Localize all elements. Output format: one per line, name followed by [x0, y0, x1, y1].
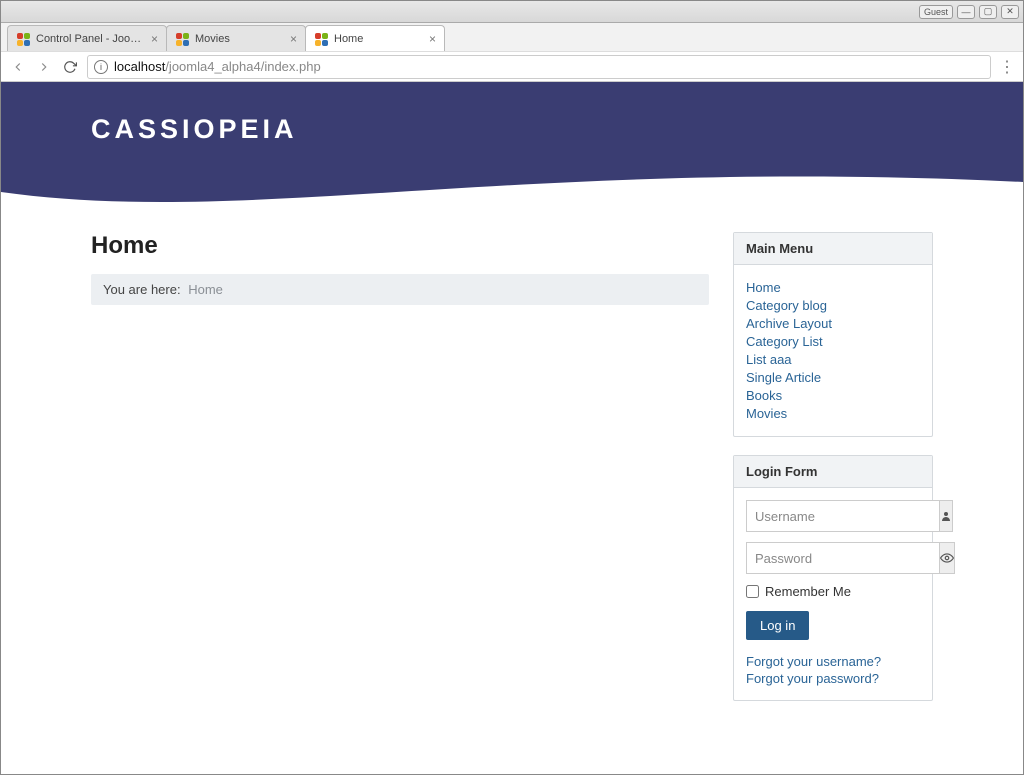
tab-title: Movies [195, 33, 284, 45]
menu-link-category-blog[interactable]: Category blog [746, 298, 827, 313]
os-close-button[interactable]: ✕ [1001, 5, 1019, 19]
address-bar[interactable]: i localhost/joomla4_alpha4/index.php [87, 55, 991, 79]
menu-link-category-list[interactable]: Category List [746, 334, 823, 349]
username-addon [939, 500, 953, 532]
joomla-icon [16, 32, 30, 46]
browser-tab[interactable]: Movies × [166, 25, 306, 51]
site-header: CASSIOPEIA [1, 82, 1023, 212]
breadcrumb-current: Home [188, 282, 223, 297]
login-help-links: Forgot your username? Forgot your passwo… [746, 654, 920, 686]
joomla-icon [175, 32, 189, 46]
menu-item: Home [746, 280, 920, 295]
password-input[interactable] [746, 542, 939, 574]
reload-icon [63, 60, 77, 74]
browser-toolbar: i localhost/joomla4_alpha4/index.php ⋮ [1, 51, 1023, 81]
arrow-left-icon [11, 60, 25, 74]
main-menu-module: Main Menu Home Category blog Archive Lay… [733, 232, 933, 437]
remember-me-label: Remember Me [765, 584, 851, 599]
show-password-addon[interactable] [939, 542, 955, 574]
breadcrumb: You are here: Home [91, 274, 709, 305]
menu-item: Single Article [746, 370, 920, 385]
close-icon[interactable]: × [151, 32, 158, 46]
close-icon[interactable]: × [429, 32, 436, 46]
module-title: Main Menu [734, 233, 932, 265]
username-input[interactable] [746, 500, 939, 532]
os-window: Guest — ▢ ✕ Control Panel - Joomla 4 Te … [0, 0, 1024, 775]
forgot-password-link[interactable]: Forgot your password? [746, 671, 920, 686]
tab-title: Control Panel - Joomla 4 Te [36, 33, 145, 45]
username-row [746, 500, 920, 532]
eye-icon [940, 551, 954, 565]
os-minimize-button[interactable]: — [957, 5, 975, 19]
back-button[interactable] [9, 58, 27, 76]
password-row [746, 542, 920, 574]
joomla-icon [314, 32, 328, 46]
menu-item: Movies [746, 406, 920, 421]
reload-button[interactable] [61, 58, 79, 76]
kebab-icon: ⋮ [999, 59, 1015, 76]
menu-link-list-aaa[interactable]: List aaa [746, 352, 792, 367]
browser-tabstrip: Control Panel - Joomla 4 Te × Movies × H… [1, 23, 1023, 51]
remember-me-row[interactable]: Remember Me [746, 584, 920, 599]
header-wave-bg [1, 82, 1023, 212]
info-icon: i [94, 60, 108, 74]
close-icon[interactable]: × [290, 32, 297, 46]
breadcrumb-label: You are here: [103, 282, 181, 297]
os-maximize-button[interactable]: ▢ [979, 5, 997, 19]
url-path: /joomla4_alpha4/index.php [165, 59, 320, 74]
page-viewport: CASSIOPEIA Home You are here: Home Main … [1, 82, 1023, 774]
os-guest-badge: Guest [919, 5, 953, 19]
menu-link-archive-layout[interactable]: Archive Layout [746, 316, 832, 331]
login-button[interactable]: Log in [746, 611, 809, 640]
browser-tab[interactable]: Control Panel - Joomla 4 Te × [7, 25, 167, 51]
module-title: Login Form [734, 456, 932, 488]
browser-chrome: Control Panel - Joomla 4 Te × Movies × H… [1, 23, 1023, 82]
os-titlebar: Guest — ▢ ✕ [1, 1, 1023, 23]
page-title: Home [91, 232, 709, 260]
menu-link-movies[interactable]: Movies [746, 406, 787, 421]
menu-item: Books [746, 388, 920, 403]
main-menu-list: Home Category blog Archive Layout Catego… [746, 280, 920, 421]
forgot-username-link[interactable]: Forgot your username? [746, 654, 920, 669]
tab-title: Home [334, 33, 423, 45]
user-icon [940, 510, 952, 522]
browser-tab[interactable]: Home × [305, 25, 445, 51]
main-column: Home You are here: Home [91, 232, 709, 719]
menu-link-home[interactable]: Home [746, 280, 781, 295]
menu-link-single-article[interactable]: Single Article [746, 370, 821, 385]
browser-menu-button[interactable]: ⋮ [999, 57, 1015, 77]
sidebar-column: Main Menu Home Category blog Archive Lay… [733, 232, 933, 719]
remember-me-checkbox[interactable] [746, 585, 759, 598]
arrow-right-icon [37, 60, 51, 74]
menu-item: List aaa [746, 352, 920, 367]
menu-item: Category List [746, 334, 920, 349]
login-form-module: Login Form [733, 455, 933, 701]
page-content: Home You are here: Home Main Menu Home C… [1, 212, 1023, 719]
menu-item: Archive Layout [746, 316, 920, 331]
menu-link-books[interactable]: Books [746, 388, 782, 403]
forward-button[interactable] [35, 58, 53, 76]
url-host: localhost [114, 59, 165, 74]
site-logo-text: CASSIOPEIA [91, 114, 298, 145]
menu-item: Category blog [746, 298, 920, 313]
